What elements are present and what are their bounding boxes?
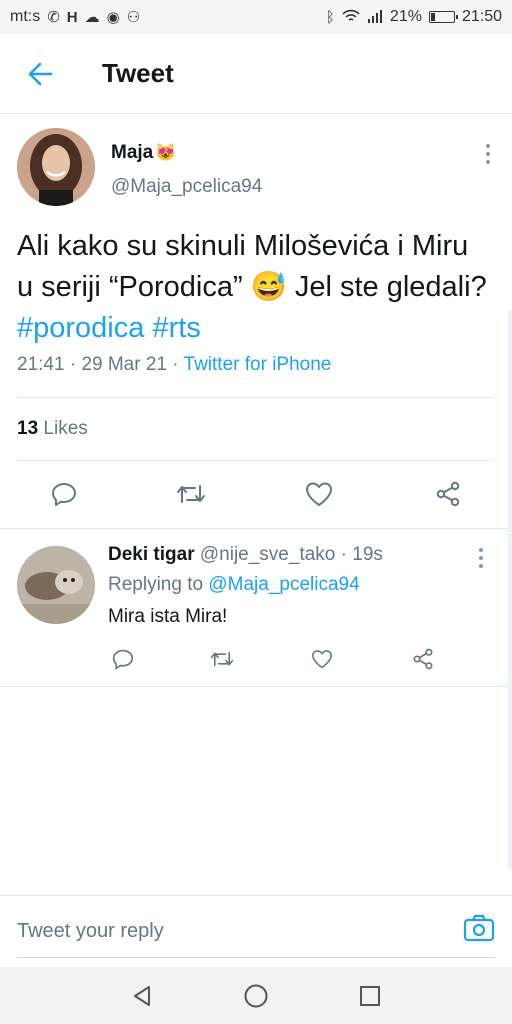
battery-percent: 21% (389, 8, 422, 25)
missed-call-icon: ✆ (47, 8, 60, 26)
status-bar: mt:s ✆ H ☁ ◉ ⚇ ᛒ 21% 21:50 (0, 0, 512, 34)
separator: · (340, 544, 347, 565)
chrome-icon: ◉ (106, 8, 120, 26)
tweet-source-link[interactable]: Twitter for iPhone (184, 354, 332, 375)
reply-input[interactable]: Tweet your reply (17, 920, 164, 943)
author-name[interactable]: Maja 😻 (111, 142, 176, 164)
page-title: Tweet (102, 58, 174, 88)
replying-to: Replying to @Maja_pcelica94 (108, 574, 360, 596)
circle-home-icon (244, 984, 268, 1007)
retweet-icon (177, 485, 205, 503)
heart-icon (306, 482, 332, 506)
header: Tweet (0, 34, 512, 114)
reply-icon (112, 649, 134, 670)
divider (0, 528, 512, 529)
reply-tweet[interactable]: Deki tigar @nije_sve_tako · 19s Replying… (0, 540, 512, 686)
share-icon (413, 648, 433, 670)
reply-button[interactable] (44, 474, 84, 514)
share-button[interactable] (428, 474, 468, 514)
nav-home-button[interactable] (226, 967, 286, 1024)
cloud-icon: ☁ (84, 8, 100, 26)
sweat-smile-emoji: 😅 (250, 271, 287, 303)
tweet-time: 21:41 (17, 354, 65, 375)
separator: · (172, 354, 179, 375)
divider (17, 397, 494, 398)
retweet-icon (210, 651, 234, 667)
divider (0, 686, 512, 687)
likes-label: Likes (43, 418, 88, 439)
triangle-back-icon (134, 985, 150, 1006)
author-handle[interactable]: @Maja_pcelica94 (111, 176, 262, 198)
separator: · (69, 354, 77, 375)
tweet-meta: 21:41 · 29 Mar 21 · Twitter for iPhone (17, 354, 331, 376)
tweet-date: 29 Mar 21 (81, 354, 167, 375)
battery-fill (430, 13, 435, 21)
bluetooth-icon: ᛒ (325, 8, 335, 26)
wifi-icon (342, 9, 360, 26)
reply-age: 19s (352, 544, 383, 565)
square-recents-icon (360, 985, 380, 1006)
reply-button[interactable] (108, 644, 138, 674)
share-icon (436, 481, 460, 507)
carrier-label: mt:s (10, 8, 41, 25)
camera-button[interactable] (463, 914, 495, 947)
replying-to-link[interactable]: @Maja_pcelica94 (208, 574, 359, 595)
replying-prefix: Replying to (108, 574, 204, 595)
more-options-icon[interactable] (478, 548, 484, 568)
reply-composer[interactable]: Tweet your reply (0, 895, 512, 967)
signal-icon (367, 9, 383, 26)
tweet-author: Maja 😻 @Maja_pcelica94 (17, 128, 497, 208)
author-name-text: Maja (111, 142, 154, 163)
back-button[interactable] (0, 34, 80, 114)
tweet-text: Ali kako su skinuli Miloševića i Miru u … (17, 226, 487, 349)
like-button[interactable] (299, 474, 339, 514)
reply-text: Mira ista Mira! (108, 606, 228, 627)
nav-recents-button[interactable] (340, 967, 400, 1024)
tweet-text-after: Jel ste gledali? (286, 271, 487, 303)
person-icon: ⚇ (126, 8, 141, 26)
battery-icon (428, 11, 458, 23)
hashtag-link[interactable]: #porodica (17, 312, 144, 344)
divider (17, 460, 494, 461)
reply-icon (52, 483, 76, 506)
share-button[interactable] (408, 644, 438, 674)
likes-count[interactable]: 13 Likes (17, 418, 88, 440)
avatar[interactable] (17, 546, 95, 624)
cat-heart-eyes-emoji: 😻 (155, 143, 177, 162)
avatar[interactable] (17, 128, 95, 206)
scrollbar[interactable] (508, 310, 512, 870)
like-button[interactable] (307, 644, 337, 674)
hotel-icon: H (66, 8, 78, 26)
arrow-left-icon (28, 62, 53, 85)
system-nav-bar (0, 967, 512, 1024)
retweet-button[interactable] (171, 474, 211, 514)
input-underline (17, 957, 495, 958)
nav-back-button[interactable] (112, 967, 172, 1024)
heart-icon (311, 650, 333, 669)
reply-author-handle[interactable]: @nije_sve_tako (200, 544, 335, 565)
reply-header: Deki tigar @nije_sve_tako · 19s (108, 544, 383, 566)
more-options-icon[interactable] (485, 144, 491, 164)
camera-icon (463, 914, 495, 942)
hashtag-link[interactable]: #rts (152, 312, 200, 344)
reply-author-name[interactable]: Deki tigar (108, 544, 195, 565)
retweet-button[interactable] (207, 644, 237, 674)
likes-number: 13 (17, 418, 39, 439)
clock: 21:50 (461, 8, 502, 25)
